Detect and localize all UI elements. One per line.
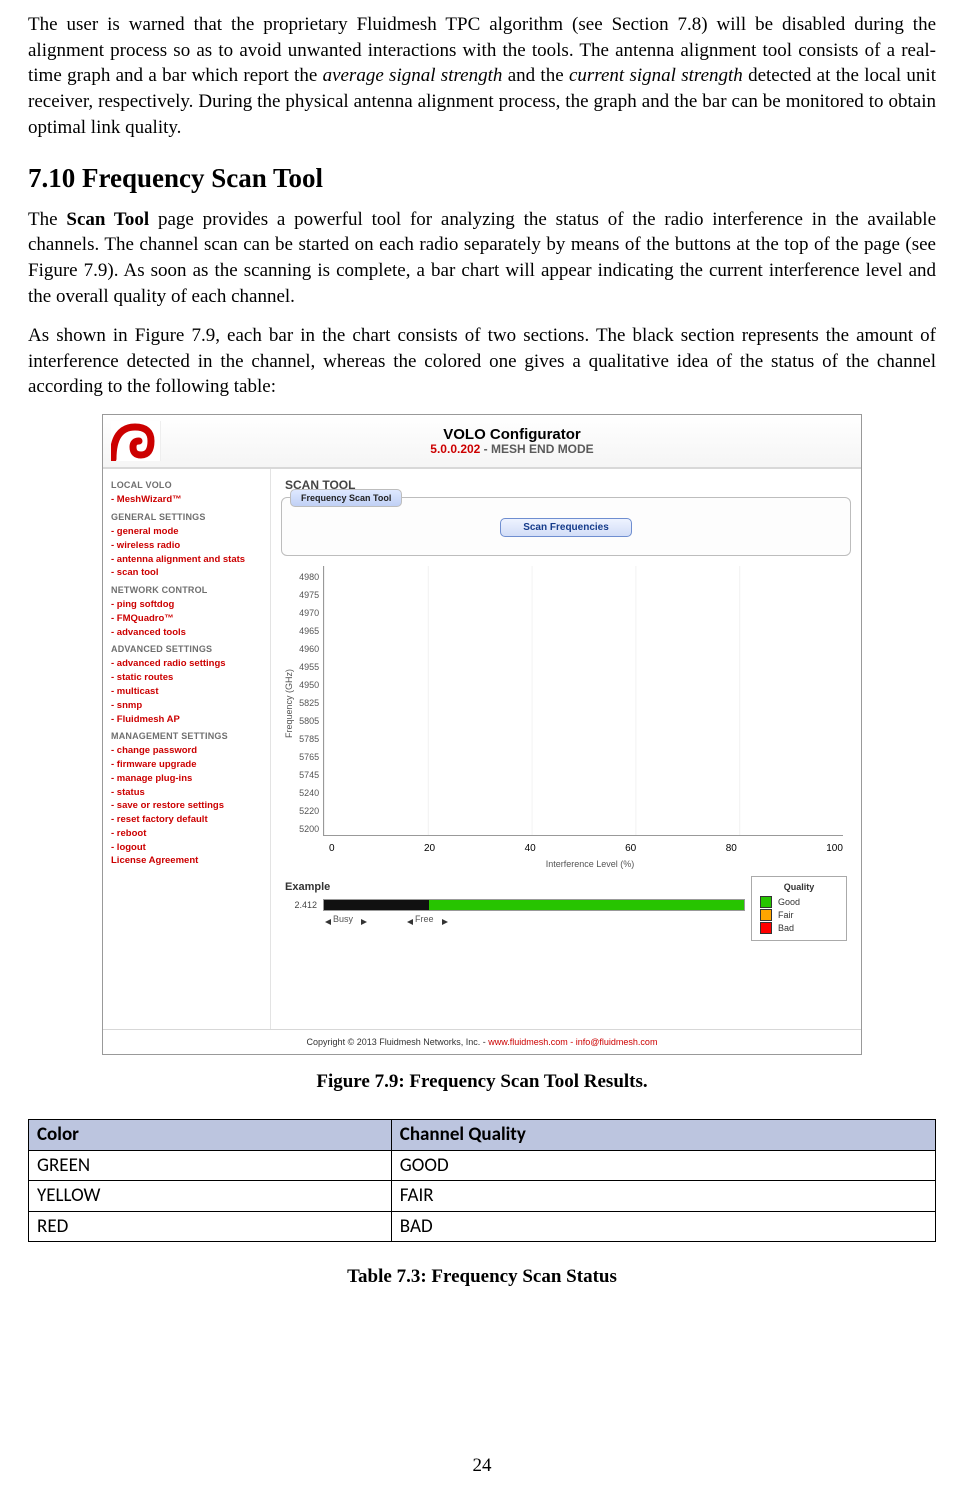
app-mode: MESH END MODE [491, 442, 594, 456]
legend-good: Good [778, 896, 800, 908]
sidebar-item-static-routes[interactable]: - static routes [111, 671, 264, 685]
page-number: 24 [0, 1453, 964, 1479]
ytick: 4960 [299, 640, 319, 658]
sidebar-item-fluidmesh-ap[interactable]: - Fluidmesh AP [111, 713, 264, 727]
xtick: 60 [625, 842, 636, 856]
figure-caption: Figure 7.9: Frequency Scan Tool Results. [102, 1069, 862, 1095]
example-busy-label: Busy [325, 913, 367, 925]
sidebar-item-ping[interactable]: - ping softdog [111, 598, 264, 612]
ytick: 5200 [299, 820, 319, 838]
ytick: 4955 [299, 658, 319, 676]
intro-text-b: and the [502, 65, 569, 86]
legend-title: Quality [760, 881, 838, 893]
section-heading: 7.10 Frequency Scan Tool [28, 160, 936, 196]
ytick: 5765 [299, 748, 319, 766]
scan-frequencies-button[interactable]: Scan Frequencies [500, 518, 632, 537]
sidebar-item-change-password[interactable]: - change password [111, 744, 264, 758]
intro-paragraph: The user is warned that the proprietary … [28, 12, 936, 140]
chart-xlabel: Interference Level (%) [329, 858, 851, 870]
th-color: Color [29, 1119, 392, 1150]
sidebar-item-plugins[interactable]: - manage plug-ins [111, 772, 264, 786]
xtick: 40 [525, 842, 536, 856]
intro-em-2: current signal strength [569, 65, 743, 86]
app-header: VOLO Configurator 5.0.0.202 - MESH END M… [103, 415, 861, 469]
swatch-fair [760, 909, 772, 921]
sidebar-item-snmp[interactable]: - snmp [111, 699, 264, 713]
app-screenshot: VOLO Configurator 5.0.0.202 - MESH END M… [102, 414, 862, 1055]
scan-tool-bold: Scan Tool [66, 209, 149, 230]
app-title: VOLO Configurator [171, 426, 853, 443]
section-paragraph-2: As shown in Figure 7.9, each bar in the … [28, 323, 936, 400]
sidebar-head-general: GENERAL SETTINGS [111, 511, 264, 524]
table-caption: Table 7.3: Frequency Scan Status [28, 1264, 936, 1290]
example-freq: 2.412 [285, 899, 317, 911]
table-row: GREENGOOD [29, 1150, 936, 1181]
sidebar: LOCAL VOLO - MeshWizard™ GENERAL SETTING… [103, 469, 271, 1029]
sidebar-item-logout[interactable]: - logout [111, 841, 264, 855]
ytick: 5240 [299, 784, 319, 802]
swatch-good [760, 896, 772, 908]
sidebar-head-local: LOCAL VOLO [111, 479, 264, 492]
scan-panel: Frequency Scan Tool Scan Frequencies [281, 497, 851, 556]
sidebar-item-general-mode[interactable]: - general mode [111, 525, 264, 539]
quality-table: Color Channel Quality GREENGOOD YELLOWFA… [28, 1119, 936, 1243]
example-free-label: Free [407, 913, 448, 925]
sidebar-item-multicast[interactable]: - multicast [111, 685, 264, 699]
ytick: 4980 [299, 568, 319, 586]
sidebar-item-factory-default[interactable]: - reset factory default [111, 813, 264, 827]
chart-ycategories: 4980497549704965496049554950582558055785… [297, 566, 323, 840]
sidebar-item-license[interactable]: License Agreement [111, 854, 264, 868]
sidebar-item-meshwizard[interactable]: - MeshWizard™ [111, 493, 264, 507]
ytick: 5220 [299, 802, 319, 820]
table-row: YELLOWFAIR [29, 1181, 936, 1212]
ytick: 5805 [299, 712, 319, 730]
sidebar-item-reboot[interactable]: - reboot [111, 827, 264, 841]
ytick: 4965 [299, 622, 319, 640]
fluidmesh-logo [111, 421, 161, 461]
example-label: Example [285, 880, 745, 895]
app-footer: Copyright © 2013 Fluidmesh Networks, Inc… [103, 1029, 861, 1054]
ytick: 4975 [299, 586, 319, 604]
sidebar-item-scan-tool[interactable]: - scan tool [111, 566, 264, 580]
table-row: REDBAD [29, 1211, 936, 1242]
figure-wrap: VOLO Configurator 5.0.0.202 - MESH END M… [102, 414, 862, 1095]
sidebar-head-network: NETWORK CONTROL [111, 584, 264, 597]
sidebar-item-firmware[interactable]: - firmware upgrade [111, 758, 264, 772]
chart-plot-area [323, 566, 843, 836]
ytick: 4970 [299, 604, 319, 622]
sidebar-item-advanced-tools[interactable]: - advanced tools [111, 626, 264, 640]
xtick: 0 [329, 842, 335, 856]
sidebar-item-antenna-alignment[interactable]: - antenna alignment and stats [111, 553, 264, 567]
footer-link[interactable]: www.fluidmesh.com - info@fluidmesh.com [488, 1037, 657, 1047]
legend-bad: Bad [778, 922, 794, 934]
sidebar-head-advanced: ADVANCED SETTINGS [111, 643, 264, 656]
sidebar-head-management: MANAGEMENT SETTINGS [111, 730, 264, 743]
chart-ylabel: Frequency (GHz) [281, 669, 297, 738]
panel-tab: Frequency Scan Tool [290, 489, 402, 507]
ytick: 5825 [299, 694, 319, 712]
sidebar-item-adv-radio[interactable]: - advanced radio settings [111, 657, 264, 671]
swatch-bad [760, 922, 772, 934]
frequency-chart: Frequency (GHz) 498049754970496549604955… [281, 566, 851, 840]
quality-legend: Quality Good Fair Bad [751, 876, 847, 941]
ytick: 5745 [299, 766, 319, 784]
sidebar-item-status[interactable]: - status [111, 786, 264, 800]
sidebar-item-wireless-radio[interactable]: - wireless radio [111, 539, 264, 553]
sidebar-item-save-restore[interactable]: - save or restore settings [111, 799, 264, 813]
xtick: 20 [424, 842, 435, 856]
sidebar-item-fmquadro[interactable]: - FMQuadro™ [111, 612, 264, 626]
xtick: 100 [826, 842, 843, 856]
xtick: 80 [726, 842, 737, 856]
th-quality: Channel Quality [391, 1119, 935, 1150]
section-paragraph-1: The Scan Tool page provides a powerful t… [28, 207, 936, 310]
legend-fair: Fair [778, 909, 794, 921]
chart-xticks: 0 20 40 60 80 100 [329, 842, 843, 856]
example-bar [323, 899, 745, 911]
main-pane: SCAN TOOL Frequency Scan Tool Scan Frequ… [271, 469, 861, 1029]
ytick: 5785 [299, 730, 319, 748]
app-version: 5.0.0.202 [430, 442, 480, 456]
ytick: 4950 [299, 676, 319, 694]
intro-em-1: average signal strength [323, 65, 503, 86]
